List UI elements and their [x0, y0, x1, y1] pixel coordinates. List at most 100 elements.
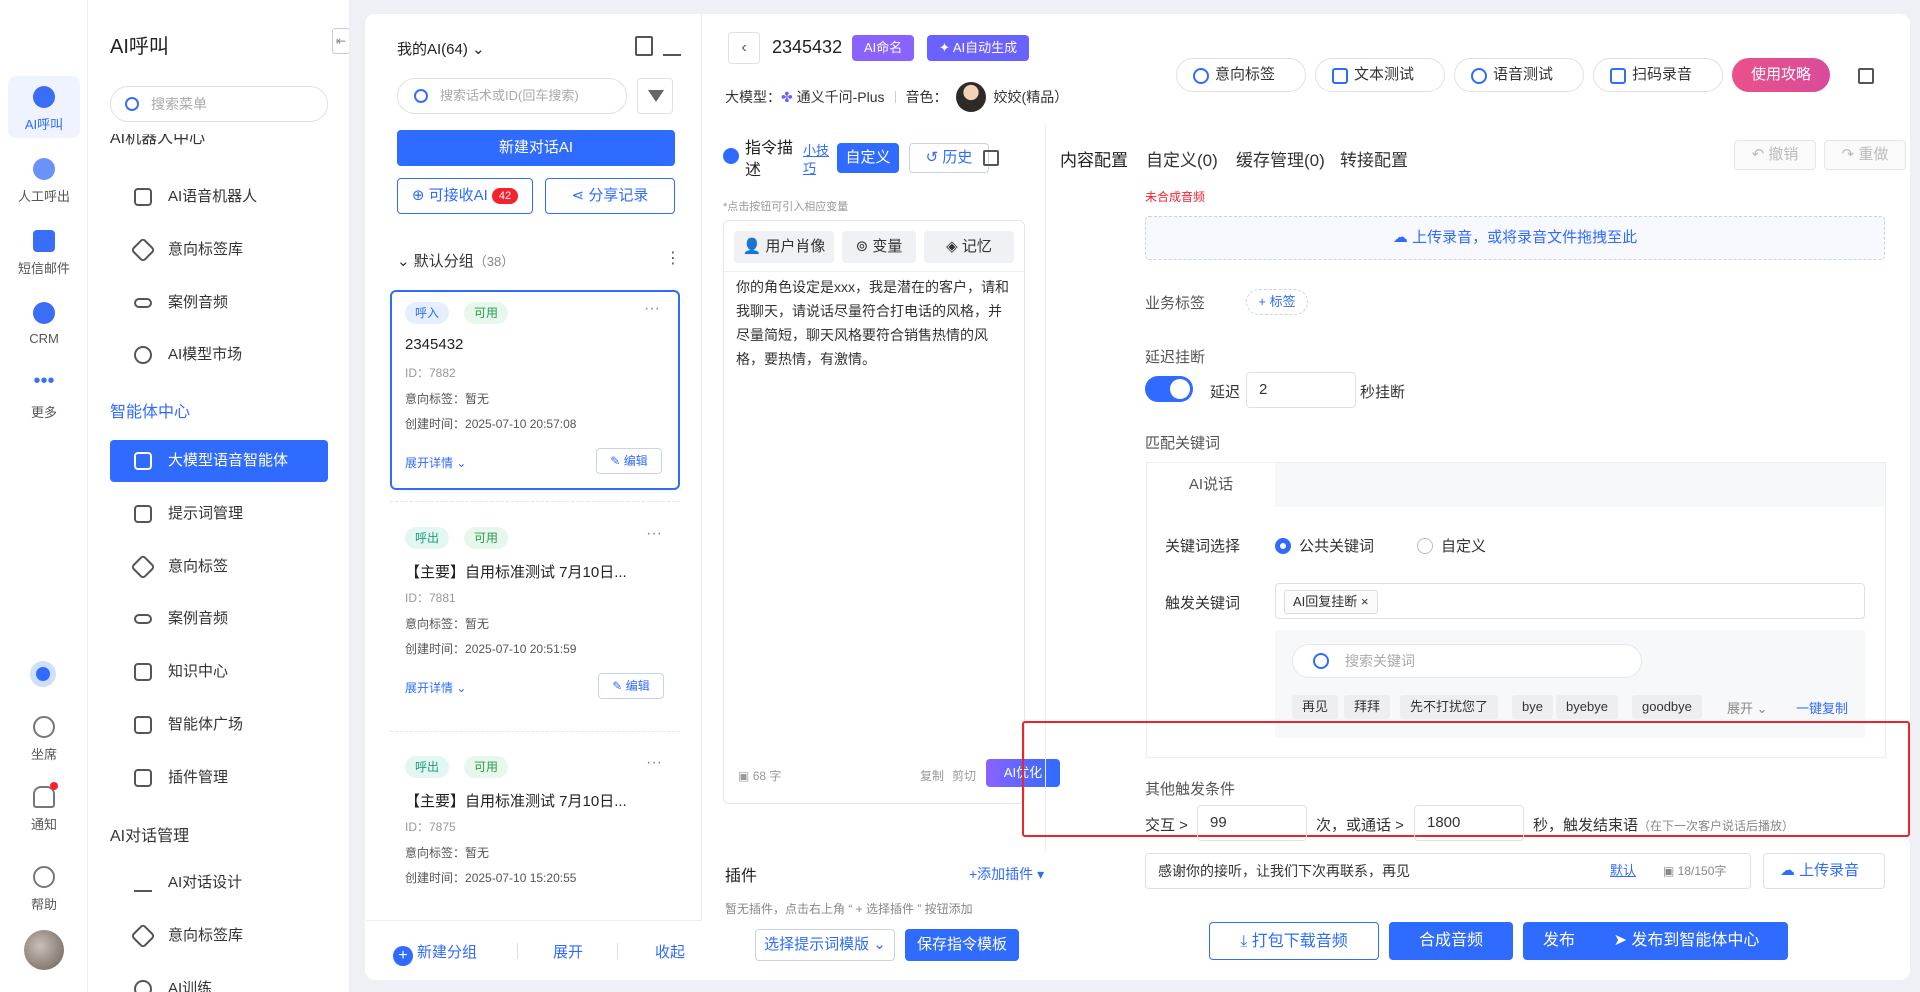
assistant-orb-icon[interactable] — [30, 661, 56, 687]
copy-button[interactable]: 复制 — [920, 767, 944, 784]
model-value[interactable]: 通义千问-Plus — [797, 89, 885, 105]
upload-drop-zone[interactable]: ☁ 上传录音，或将录音文件拖拽至此 — [1145, 216, 1885, 260]
rail-item-manual-call[interactable]: 人工呼出 — [8, 148, 80, 210]
instruction-text[interactable]: 你的角色设定是xxx，我是潜在的客户，请和我聊天，请说话尽量符合打电话的风格，并… — [736, 275, 1014, 371]
text-test-button[interactable]: 文本测试 — [1315, 58, 1445, 92]
end-speech-input[interactable]: 感谢你的接听，让我们下次再联系，再见 默认 ▣ 18/150字 — [1145, 853, 1751, 889]
tab-content-config[interactable]: 内容配置 — [1060, 146, 1128, 171]
radio-public-keyword[interactable]: 公共关键词 — [1275, 535, 1374, 556]
new-group-button[interactable]: + 新建分组 — [393, 941, 477, 966]
rail-item-sms-mail[interactable]: 短信邮件 — [8, 220, 80, 282]
menu-item-ai-train[interactable]: AI训练 — [110, 968, 328, 992]
my-ai-dropdown[interactable]: 我的AI(64) ⌄ — [397, 38, 485, 59]
tips-link[interactable]: 小技巧 — [803, 142, 833, 178]
memory-button[interactable]: ◈ 记忆 — [924, 231, 1014, 263]
user-portrait-button[interactable]: 👤 用户肖像 — [734, 231, 834, 263]
menu-group-agent[interactable]: 智能体中心 — [110, 398, 190, 422]
keyword-expand-button[interactable]: 展开 ⌄ — [1727, 698, 1768, 717]
menu-item-intent-tag[interactable]: 意向标签 — [110, 546, 328, 588]
menu-item-agent-case-audio[interactable]: 案例音频 — [110, 598, 328, 640]
delete-icon[interactable] — [635, 36, 653, 56]
select-prompt-template[interactable]: 选择提示词模版 ⌄ — [755, 929, 895, 961]
rail-item-seat[interactable]: 坐席 — [8, 706, 80, 768]
menu-item-intent-lib[interactable]: 意向标签库 — [110, 229, 328, 271]
cut-button[interactable]: 剪切 — [952, 767, 976, 784]
close-icon[interactable]: × — [1361, 594, 1369, 609]
variable-button[interactable]: ⊚ 变量 — [842, 231, 916, 263]
ai-search-input[interactable]: 搜索话术或ID(回车搜索) — [397, 78, 627, 114]
synthesize-audio-button[interactable]: 合成音频 — [1389, 922, 1513, 960]
download-audio-button[interactable]: ⤓ 打包下载音频 — [1209, 922, 1379, 960]
save-template-button[interactable]: 保存指令模板 — [905, 929, 1019, 961]
fullscreen-icon[interactable] — [1858, 68, 1874, 84]
tab-ai-say[interactable]: AI说话 — [1147, 463, 1275, 507]
upload-record-button[interactable]: ☁ 上传录音 — [1763, 853, 1885, 889]
ai-card[interactable]: 呼出 可用 ··· 【主要】自用标准测试 7月10日... ID：7881 意向… — [390, 517, 680, 717]
card-more-icon[interactable]: ··· — [644, 300, 660, 318]
delay-hangup-toggle[interactable] — [1145, 376, 1193, 402]
menu-item-case-audio[interactable]: 案例音频 — [110, 282, 328, 324]
menu-group-dialog[interactable]: AI对话管理 — [110, 822, 189, 846]
add-tag-button[interactable]: + 标签 — [1246, 289, 1308, 315]
menu-item-agent-square[interactable]: 智能体广场 — [110, 704, 328, 746]
edit-button[interactable]: ✎ 编辑 — [598, 673, 664, 699]
collapse-all-button[interactable]: 收起 — [655, 941, 685, 962]
usage-guide-button[interactable]: 使用攻略 — [1732, 58, 1830, 92]
voice-test-button[interactable]: 语音测试 — [1454, 58, 1584, 92]
new-dialog-ai-button[interactable]: 新建对话AI — [397, 130, 675, 166]
tab-transfer[interactable]: 转接配置 — [1340, 146, 1408, 171]
scan-record-button[interactable]: 扫码录音 — [1593, 58, 1723, 92]
keyword-copy-all-button[interactable]: 一键复制 — [1796, 698, 1848, 717]
card-more-icon[interactable]: ··· — [646, 525, 662, 543]
ai-auto-generate-button[interactable]: ✦ AI自动生成 — [927, 35, 1030, 61]
menu-item-dialog-intent-lib[interactable]: 意向标签库 — [110, 915, 328, 957]
add-plugin-button[interactable]: +添加插件 ▾ — [969, 864, 1044, 884]
undo-button[interactable]: ↶ 撤销 — [1734, 140, 1816, 170]
intent-tag-button[interactable]: 意向标签 — [1176, 58, 1306, 92]
collapse-menu-icon[interactable]: ⇤ — [332, 28, 349, 54]
filter-button[interactable] — [637, 78, 673, 114]
custom-button[interactable]: 自定义 — [837, 143, 899, 173]
menu-search-input[interactable]: 搜索菜单 — [110, 86, 328, 122]
share-record-button[interactable]: ⋖ 分享记录 — [545, 178, 675, 214]
menu-group-robot[interactable]: AI机器人中心 — [110, 134, 205, 146]
expand-all-button[interactable]: 展开 — [553, 941, 583, 962]
keyword-chip[interactable]: byebye — [1556, 695, 1618, 719]
tab-cache[interactable]: 缓存管理(0) — [1236, 146, 1325, 171]
card-more-icon[interactable]: ··· — [646, 754, 662, 772]
menu-item-model-market[interactable]: AI模型市场 — [110, 334, 328, 376]
rail-item-help[interactable]: 帮助 — [8, 856, 80, 918]
keyword-chip[interactable]: 拜拜 — [1344, 695, 1391, 719]
publish-to-center-button[interactable]: ➤ 发布到智能体中心 — [1585, 922, 1788, 960]
instruction-editor[interactable]: 👤 用户肖像 ⊚ 变量 ◈ 记忆 你的角色设定是xxx，我是潜在的客户，请和我聊… — [723, 220, 1060, 804]
default-group-header[interactable]: ⌄ 默认分组（38） — [397, 250, 514, 271]
edit-button[interactable]: ✎ 编辑 — [596, 448, 662, 474]
keyword-search-input[interactable]: 搜索关键词 — [1292, 644, 1642, 678]
keyword-chip[interactable]: 再见 — [1292, 695, 1339, 719]
keyword-chip[interactable]: bye — [1512, 695, 1553, 719]
back-button[interactable]: ‹ — [728, 32, 760, 64]
rail-item-more[interactable]: ••• 更多 — [8, 364, 80, 426]
expand-editor-icon[interactable] — [983, 150, 999, 166]
rail-item-ai-call[interactable]: AI呼叫 — [8, 76, 80, 138]
rail-item-crm[interactable]: CRM — [8, 292, 80, 354]
menu-item-llm-voice-agent[interactable]: 大模型语音智能体 — [110, 440, 328, 482]
delay-seconds-input[interactable]: 2 — [1246, 372, 1356, 408]
ai-name-button[interactable]: AI命名 — [852, 35, 915, 61]
menu-item-plugin-mgmt[interactable]: 插件管理 — [110, 757, 328, 799]
tab-custom[interactable]: 自定义(0) — [1146, 146, 1218, 171]
call-duration-input[interactable]: 1800 — [1414, 805, 1524, 841]
keyword-chip[interactable]: goodbye — [1632, 695, 1702, 719]
menu-item-dialog-design[interactable]: AI对话设计 — [110, 862, 328, 904]
receivable-ai-button[interactable]: ⊕ 可接收AI 42 — [397, 178, 533, 214]
interaction-count-input[interactable]: 99 — [1197, 805, 1307, 841]
rail-item-notice[interactable]: 通知 — [8, 776, 80, 838]
trigger-keyword-box[interactable]: AI回复挂断 × — [1275, 583, 1865, 619]
expand-details-link[interactable]: 展开详情 ⌄ — [405, 679, 466, 696]
expand-details-link[interactable]: 展开详情 ⌄ — [405, 454, 466, 471]
sort-icon[interactable] — [663, 36, 681, 56]
keyword-chip[interactable]: 先不打扰您了 — [1400, 695, 1499, 719]
radio-custom-keyword[interactable]: 自定义 — [1417, 535, 1486, 556]
voice-value[interactable]: 姣姣(精品） — [994, 89, 1069, 105]
redo-button[interactable]: ↷ 重做 — [1824, 140, 1906, 170]
